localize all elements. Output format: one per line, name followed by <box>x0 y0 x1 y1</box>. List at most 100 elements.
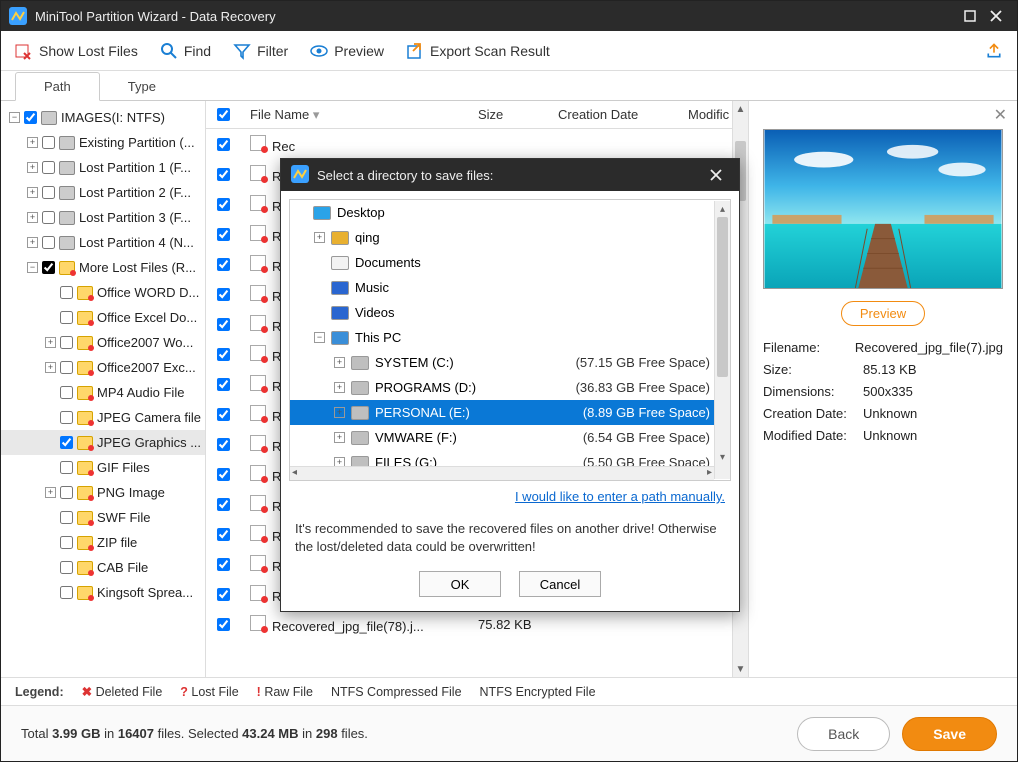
find-button[interactable]: Find <box>160 42 211 60</box>
grid-row[interactable]: Rec <box>206 129 748 159</box>
tree-item-checkbox[interactable] <box>42 236 55 249</box>
row-checkbox[interactable] <box>217 618 230 631</box>
row-checkbox[interactable] <box>217 378 230 391</box>
tree-type-item[interactable]: JPEG Camera file <box>1 405 205 430</box>
tree-item-checkbox[interactable] <box>42 136 55 149</box>
tab-path[interactable]: Path <box>15 72 100 101</box>
row-checkbox[interactable] <box>217 558 230 571</box>
tree-partition-item[interactable]: +Lost Partition 1 (F... <box>1 155 205 180</box>
back-button[interactable]: Back <box>797 717 890 751</box>
show-lost-files-button[interactable]: Show Lost Files <box>15 42 138 60</box>
row-checkbox[interactable] <box>217 408 230 421</box>
preview-close-icon[interactable]: ✕ <box>994 105 1007 125</box>
row-checkbox[interactable] <box>217 588 230 601</box>
tree-item-checkbox[interactable] <box>60 436 73 449</box>
tree-item-checkbox[interactable] <box>42 186 55 199</box>
tree-type-item[interactable]: CAB File <box>1 555 205 580</box>
tree-item-checkbox[interactable] <box>60 511 73 524</box>
tree-type-item[interactable]: SWF File <box>1 505 205 530</box>
col-filename[interactable]: File Name ▾ <box>240 107 478 123</box>
tree-item-checkbox[interactable] <box>60 586 73 599</box>
row-checkbox[interactable] <box>217 228 230 241</box>
tree-type-item[interactable]: +Office2007 Wo... <box>1 330 205 355</box>
row-checkbox[interactable] <box>217 258 230 271</box>
directory-row[interactable]: +PERSONAL (E:)(8.89 GB Free Space) <box>290 400 730 425</box>
window-close-icon[interactable] <box>983 3 1009 29</box>
tree-type-item[interactable]: +PNG Image <box>1 480 205 505</box>
directory-row[interactable]: +PROGRAMS (D:)(36.83 GB Free Space) <box>290 375 730 400</box>
tree-root[interactable]: −IMAGES(I: NTFS) <box>1 105 205 130</box>
tree-partition-item[interactable]: +Lost Partition 3 (F... <box>1 205 205 230</box>
tree-type-item[interactable]: JPEG Graphics ... <box>1 430 205 455</box>
grid-row[interactable]: Recovered_jpg_file(78).j...75.82 KB <box>206 609 748 639</box>
row-checkbox[interactable] <box>217 288 230 301</box>
directory-row[interactable]: +SYSTEM (C:)(57.15 GB Free Space) <box>290 350 730 375</box>
directory-row[interactable]: −This PC <box>290 325 730 350</box>
tree-root-checkbox[interactable] <box>24 111 37 124</box>
manual-path-link[interactable]: I would like to enter a path manually. <box>515 489 725 504</box>
directory-row[interactable]: Music <box>290 275 730 300</box>
tree-item-checkbox[interactable] <box>60 561 73 574</box>
row-checkbox[interactable] <box>217 348 230 361</box>
dialog-cancel-button[interactable]: Cancel <box>519 571 601 597</box>
tree-partition-item[interactable]: +Lost Partition 2 (F... <box>1 180 205 205</box>
tree-item-checkbox[interactable] <box>60 286 73 299</box>
tree-item-checkbox[interactable] <box>60 461 73 474</box>
tree-type-item[interactable]: ZIP file <box>1 530 205 555</box>
scroll-up-icon[interactable]: ▲ <box>733 101 748 117</box>
tree-more-lost-checkbox[interactable] <box>42 261 55 274</box>
tree-item-checkbox[interactable] <box>42 161 55 174</box>
row-checkbox[interactable] <box>217 168 230 181</box>
dialog-scrollbar[interactable]: ▴ ▾ <box>714 201 730 479</box>
row-checkbox[interactable] <box>217 138 230 151</box>
tree-type-item[interactable]: Office Excel Do... <box>1 305 205 330</box>
row-checkbox[interactable] <box>217 468 230 481</box>
directory-row[interactable]: +qing <box>290 225 730 250</box>
row-checkbox[interactable] <box>217 528 230 541</box>
row-checkbox[interactable] <box>217 198 230 211</box>
directory-tree[interactable]: Desktop+qingDocumentsMusicVideos−This PC… <box>289 199 731 481</box>
toolbar: Show Lost Files Find Filter Preview Expo… <box>1 31 1017 71</box>
tree-item-checkbox[interactable] <box>42 211 55 224</box>
preview-open-button[interactable]: Preview <box>841 301 925 326</box>
dialog-ok-button[interactable]: OK <box>419 571 501 597</box>
tree-type-item[interactable]: MP4 Audio File <box>1 380 205 405</box>
tree-type-item[interactable]: Kingsoft Sprea... <box>1 580 205 605</box>
export-scan-button[interactable]: Export Scan Result <box>406 42 550 60</box>
tree-partition-item[interactable]: +Existing Partition (... <box>1 130 205 155</box>
scroll-thumb[interactable] <box>717 217 728 377</box>
tree-type-item[interactable]: +Office2007 Exc... <box>1 355 205 380</box>
directory-row[interactable]: Videos <box>290 300 730 325</box>
share-button[interactable] <box>985 42 1003 60</box>
row-checkbox[interactable] <box>217 318 230 331</box>
tree-item-checkbox[interactable] <box>60 361 73 374</box>
window-maximize-icon[interactable] <box>957 3 983 29</box>
tree-item-checkbox[interactable] <box>60 411 73 424</box>
filter-button[interactable]: Filter <box>233 42 288 60</box>
grid-select-all-checkbox[interactable] <box>217 108 230 121</box>
directory-row[interactable]: Documents <box>290 250 730 275</box>
scroll-down-icon[interactable]: ▼ <box>733 661 748 677</box>
col-size[interactable]: Size <box>478 107 558 122</box>
row-checkbox[interactable] <box>217 438 230 451</box>
dialog-hscroll[interactable]: ◂▸ <box>290 466 714 480</box>
tree-type-item[interactable]: GIF Files <box>1 455 205 480</box>
row-checkbox[interactable] <box>217 498 230 511</box>
tree-partition-item[interactable]: +Lost Partition 4 (N... <box>1 230 205 255</box>
tree-type-item[interactable]: Office WORD D... <box>1 280 205 305</box>
directory-row[interactable]: Desktop <box>290 200 730 225</box>
tree-item-checkbox[interactable] <box>60 536 73 549</box>
scroll-down-icon[interactable]: ▾ <box>715 449 730 465</box>
tree-more-lost[interactable]: −More Lost Files (R... <box>1 255 205 280</box>
dialog-close-icon[interactable] <box>703 162 729 188</box>
tree-item-checkbox[interactable] <box>60 386 73 399</box>
scroll-up-icon[interactable]: ▴ <box>715 201 730 217</box>
tab-type[interactable]: Type <box>100 73 184 100</box>
save-button[interactable]: Save <box>902 717 997 751</box>
tree-item-checkbox[interactable] <box>60 336 73 349</box>
preview-button[interactable]: Preview <box>310 42 384 60</box>
directory-row[interactable]: +VMWARE (F:)(6.54 GB Free Space) <box>290 425 730 450</box>
tree-item-checkbox[interactable] <box>60 486 73 499</box>
tree-item-checkbox[interactable] <box>60 311 73 324</box>
col-creation-date[interactable]: Creation Date <box>558 107 688 122</box>
